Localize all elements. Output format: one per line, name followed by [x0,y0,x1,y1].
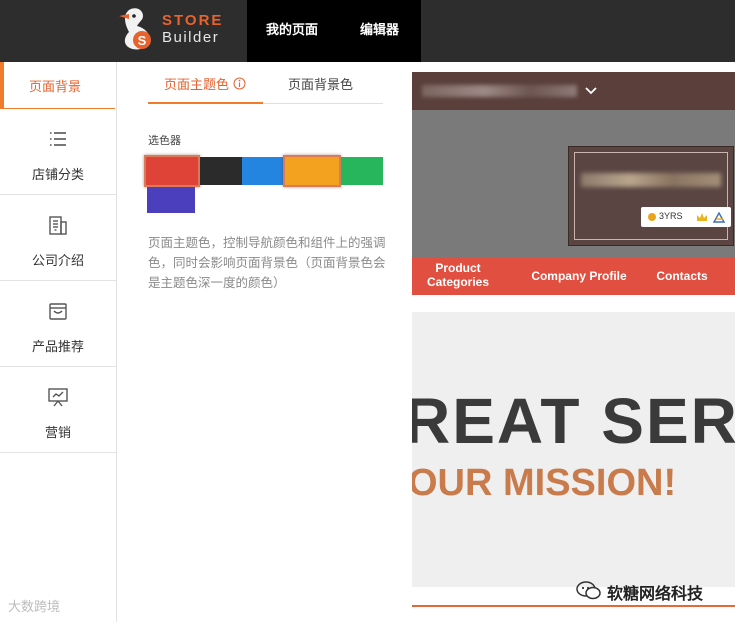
swatch-purple[interactable] [147,187,195,213]
page-preview: 3YRS Product Categories Company Profile … [412,62,735,622]
sidebar-item-company-intro[interactable]: 公司介绍 [0,195,116,281]
tab-active-indicator [148,102,263,104]
theme-color-description: 页面主题色，控制导航颜色和组件上的强调色，同时会影响页面背景色（页面背景色会是主… [148,235,386,290]
tab-background-color[interactable]: 页面背景色 [288,74,353,93]
top-nav: 我的页面 编辑器 [247,0,421,62]
theme-settings-panel: 页面主题色 页面背景色 选色器 页面主题色，控制导航颜色和组件上的强调色，同时会… [128,62,412,622]
preview-nav-product-categories[interactable]: Product Categories [422,261,494,289]
svg-text:S: S [138,33,147,48]
swatch-green[interactable] [341,157,383,185]
swatch-orange[interactable] [283,155,341,187]
preview-header [412,72,735,110]
nav-editor[interactable]: 编辑器 [360,0,399,62]
supplier-badges: 3YRS [641,207,731,227]
years-badge: 3YRS [659,211,683,221]
swatch-red[interactable] [144,155,200,187]
info-icon[interactable] [233,77,246,90]
gold-coin-icon [648,213,656,221]
swatch-black[interactable] [200,157,242,185]
watermark-right-text: 软糖网络科技 [607,584,704,603]
sidebar-item-label: 店铺分类 [31,168,84,183]
preview-top-strip [412,62,735,72]
swatch-blue[interactable] [242,157,285,185]
logo-text-builder: Builder [162,29,220,46]
sidebar-item-label: 公司介绍 [31,254,84,269]
left-sidebar: 页面背景 店铺分类 公司介绍 产品推荐 营销 [0,62,117,622]
tab-label: 页面主题色 [164,78,230,93]
presentation-icon [48,388,68,407]
watermark-left: 大数跨境 [8,600,61,615]
building-icon [49,216,67,235]
sidebar-item-label: 产品推荐 [31,340,84,355]
store-info-card: 3YRS [568,146,734,246]
sidebar-item-page-background[interactable]: 页面背景 [0,62,115,109]
goose-logo-icon: S [119,8,151,50]
crown-icon [697,213,707,221]
preview-hero: REAT SERV OUR MISSION! [412,312,735,587]
wechat-icon [576,581,601,600]
list-icon [50,132,66,146]
nav-my-pages[interactable]: 我的页面 [266,0,318,62]
sidebar-item-label: 营销 [44,426,71,441]
blurred-company-name [581,173,721,187]
shopping-bag-icon [49,303,67,320]
tab-theme-color[interactable]: 页面主题色 [164,74,246,93]
chevron-down-icon[interactable] [584,84,598,98]
sidebar-item-marketing[interactable]: 营销 [0,367,116,453]
top-bar: S STORE Builder 我的页面 编辑器 [0,0,735,62]
sidebar-item-product-recommend[interactable]: 产品推荐 [0,281,116,367]
sidebar-item-label: 页面背景 [29,80,82,95]
watermark-right: 软糖网络科技 [575,576,725,606]
store-builder-logo[interactable]: S STORE Builder [115,6,235,56]
hero-subtitle: OUR MISSION! [412,462,677,504]
blurred-store-name [422,85,577,97]
preview-nav-company-profile[interactable]: Company Profile [524,269,634,283]
sidebar-item-store-categories[interactable]: 店铺分类 [0,109,116,195]
preview-banner: 3YRS [412,110,735,258]
preview-nav-contacts[interactable]: Contacts [650,269,714,283]
verified-icon [713,212,725,223]
color-picker-label: 选色器 [148,134,181,147]
logo-text-store: STORE [162,12,224,29]
preview-nav-bar: Product Categories Company Profile Conta… [412,258,735,295]
hero-title: REAT SERV [412,385,735,457]
